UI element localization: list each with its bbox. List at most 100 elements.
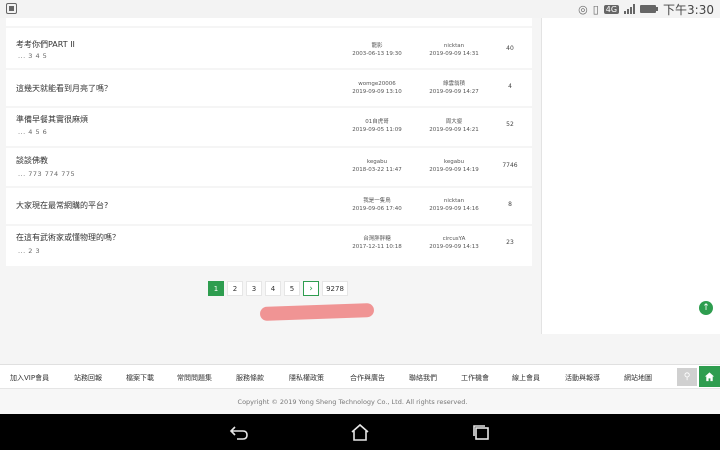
last-post-user[interactable]: circusYA xyxy=(414,235,494,243)
thread-author[interactable]: kegabu 2018-03-22 11:47 xyxy=(337,158,417,174)
thread-title[interactable]: 考考你們PART II xyxy=(16,39,75,50)
footer-link-ads[interactable]: 合作與廣告 xyxy=(350,373,385,383)
thread-author[interactable]: womge20006 2019-09-09 13:10 xyxy=(337,80,417,96)
last-post-time: 2019-09-09 14:31 xyxy=(429,51,479,57)
arrow-up-icon: ↑ xyxy=(702,303,710,313)
last-post-user[interactable]: nicktan xyxy=(414,197,494,205)
created-time: 2003-06-13 19:30 xyxy=(352,51,402,57)
footer-nav: 加入VIP會員 站務回報 檔案下載 常問問題集 服務條款 隱私權政策 合作與廣告… xyxy=(0,364,720,388)
created-time: 2019-09-09 13:10 xyxy=(352,89,402,95)
table-row[interactable]: 在這有武術家或懂物理的嗎？ ... 2 3 台灣胖胖糖 2017-12-11 1… xyxy=(6,226,532,266)
last-post-time: 2019-09-09 14:13 xyxy=(429,244,479,250)
home-nav-button[interactable] xyxy=(350,423,370,441)
table-row[interactable]: 談談佛教 ... 773 774 775 kegabu 2018-03-22 1… xyxy=(6,148,532,186)
recents-icon xyxy=(473,425,489,440)
author-name[interactable]: 龍影 xyxy=(337,42,417,50)
thread-author[interactable]: 01自虎哥 2019-09-05 11:09 xyxy=(337,118,417,134)
thread-author[interactable]: 我是一隻鳥 2019-09-06 17:40 xyxy=(337,197,417,213)
footer-link-privacy[interactable]: 隱私權政策 xyxy=(289,373,324,383)
page-4-button[interactable]: 4 xyxy=(265,281,281,296)
search-icon: ⚲ xyxy=(683,372,691,382)
last-post-user[interactable]: nicktan xyxy=(414,42,494,50)
copyright-bar: Copyright © 2019 Yong Sheng Technology C… xyxy=(0,388,720,414)
footer-link-terms[interactable]: 服務條款 xyxy=(236,373,264,383)
back-icon xyxy=(229,426,248,440)
pagination: 1 2 3 4 5 › 9278 xyxy=(208,281,348,296)
page-1-button[interactable]: 1 xyxy=(208,281,224,296)
thread-last-post[interactable]: 周大鋆 2019-09-09 14:21 xyxy=(414,118,494,134)
created-time: 2019-09-06 17:40 xyxy=(352,206,402,212)
thread-last-post[interactable]: nicktan 2019-09-09 14:31 xyxy=(414,42,494,58)
table-row[interactable]: 準備早餐其實很麻煩 ... 4 5 6 01自虎哥 2019-09-05 11:… xyxy=(6,108,532,146)
thread-last-post[interactable]: nicktan 2019-09-09 14:16 xyxy=(414,197,494,213)
author-name[interactable]: 01自虎哥 xyxy=(337,118,417,126)
recents-button[interactable] xyxy=(471,423,491,441)
next-page-button[interactable]: › xyxy=(303,281,319,296)
thread-last-post[interactable]: 綠雲翁積 2019-09-09 14:27 xyxy=(414,80,494,96)
thread-title[interactable]: 大家現在最常網購的平台? xyxy=(16,200,108,211)
chevron-right-icon: › xyxy=(309,283,313,294)
reply-count: 40 xyxy=(506,45,514,52)
table-row[interactable]: 大家現在最常網購的平台? 我是一隻鳥 2019-09-06 17:40 nick… xyxy=(6,188,532,224)
page-2-button[interactable]: 2 xyxy=(227,281,243,296)
home-icon xyxy=(704,372,715,382)
last-post-user[interactable]: 綠雲翁積 xyxy=(414,80,494,88)
reply-count: 52 xyxy=(506,121,514,128)
thread-author[interactable]: 台灣胖胖糖 2017-12-11 10:18 xyxy=(337,235,417,251)
thread-last-post[interactable]: kegabu 2019-09-09 14:19 xyxy=(414,158,494,174)
reply-count: 4 xyxy=(508,83,512,90)
thread-last-post[interactable]: circusYA 2019-09-09 14:13 xyxy=(414,235,494,251)
thread-page-links[interactable]: ... 773 774 775 xyxy=(18,170,75,178)
footer-link-sitemap[interactable]: 網站地圖 xyxy=(624,373,652,383)
thread-author[interactable]: 龍影 2003-06-13 19:30 xyxy=(337,42,417,58)
thread-page-links[interactable]: ... 4 5 6 xyxy=(18,128,47,136)
reply-count: 8 xyxy=(508,201,512,208)
search-button[interactable]: ⚲ xyxy=(677,368,697,386)
back-button[interactable] xyxy=(229,423,249,441)
last-post-user[interactable]: 周大鋆 xyxy=(414,118,494,126)
footer-link-jobs[interactable]: 工作機會 xyxy=(461,373,489,383)
footer-link-downloads[interactable]: 檔案下載 xyxy=(126,373,154,383)
page-5-button[interactable]: 5 xyxy=(284,281,300,296)
thread-title[interactable]: 在這有武術家或懂物理的嗎？ xyxy=(16,232,120,243)
back-to-top-button[interactable]: ↑ xyxy=(699,301,713,315)
author-name[interactable]: womge20006 xyxy=(337,80,417,88)
footer-link-report[interactable]: 站務回報 xyxy=(74,373,102,383)
created-time: 2019-09-05 11:09 xyxy=(352,127,402,133)
thread-page-links[interactable]: ... 2 3 xyxy=(18,247,40,255)
last-post-time: 2019-09-09 14:16 xyxy=(429,206,479,212)
thread-list: 考考你們PART II ... 3 4 5 龍影 2003-06-13 19:3… xyxy=(6,18,532,364)
status-bar: ◎ ▯ 4G 下午3:30 xyxy=(0,0,720,18)
table-row[interactable]: 考考你們PART II ... 3 4 5 龍影 2003-06-13 19:3… xyxy=(6,28,532,68)
table-row[interactable]: 這幾天就能看到月亮了嗎？ womge20006 2019-09-09 13:10… xyxy=(6,70,532,106)
copyright-text: Copyright © 2019 Yong Sheng Technology C… xyxy=(237,398,468,406)
reply-count: 7746 xyxy=(502,162,518,169)
reply-count: 23 xyxy=(506,239,514,246)
thread-title[interactable]: 準備早餐其實很麻煩 xyxy=(16,114,88,125)
table-row-partial xyxy=(6,18,532,26)
home-outline-icon xyxy=(351,423,369,441)
redaction-mark xyxy=(259,303,375,321)
footer-link-faq[interactable]: 常問問題集 xyxy=(177,373,212,383)
created-time: 2018-03-22 11:47 xyxy=(352,167,402,173)
network-type-badge: 4G xyxy=(603,4,620,14)
last-page-button[interactable]: 9278 xyxy=(322,281,348,296)
home-button[interactable] xyxy=(699,366,720,387)
last-post-user[interactable]: kegabu xyxy=(414,158,494,166)
author-name[interactable]: kegabu xyxy=(337,158,417,166)
author-name[interactable]: 台灣胖胖糖 xyxy=(337,235,417,243)
battery-icon xyxy=(640,5,659,13)
thread-title[interactable]: 談談佛教 xyxy=(16,155,48,166)
signal-icon xyxy=(624,4,636,14)
footer-link-vip[interactable]: 加入VIP會員 xyxy=(10,373,49,383)
thread-title[interactable]: 這幾天就能看到月亮了嗎？ xyxy=(16,83,112,94)
footer-link-online[interactable]: 線上會員 xyxy=(512,373,540,383)
footer-link-events[interactable]: 活動與報導 xyxy=(565,373,600,383)
footer-link-contact[interactable]: 聯絡我們 xyxy=(409,373,437,383)
android-nav-bar xyxy=(0,414,720,450)
screen: ◎ ▯ 4G 下午3:30 考考你們PART II ... 3 4 5 龍影 2… xyxy=(0,0,720,450)
thread-page-links[interactable]: ... 3 4 5 xyxy=(18,52,47,60)
page-3-button[interactable]: 3 xyxy=(246,281,262,296)
last-post-time: 2019-09-09 14:19 xyxy=(429,167,479,173)
author-name[interactable]: 我是一隻鳥 xyxy=(337,197,417,205)
